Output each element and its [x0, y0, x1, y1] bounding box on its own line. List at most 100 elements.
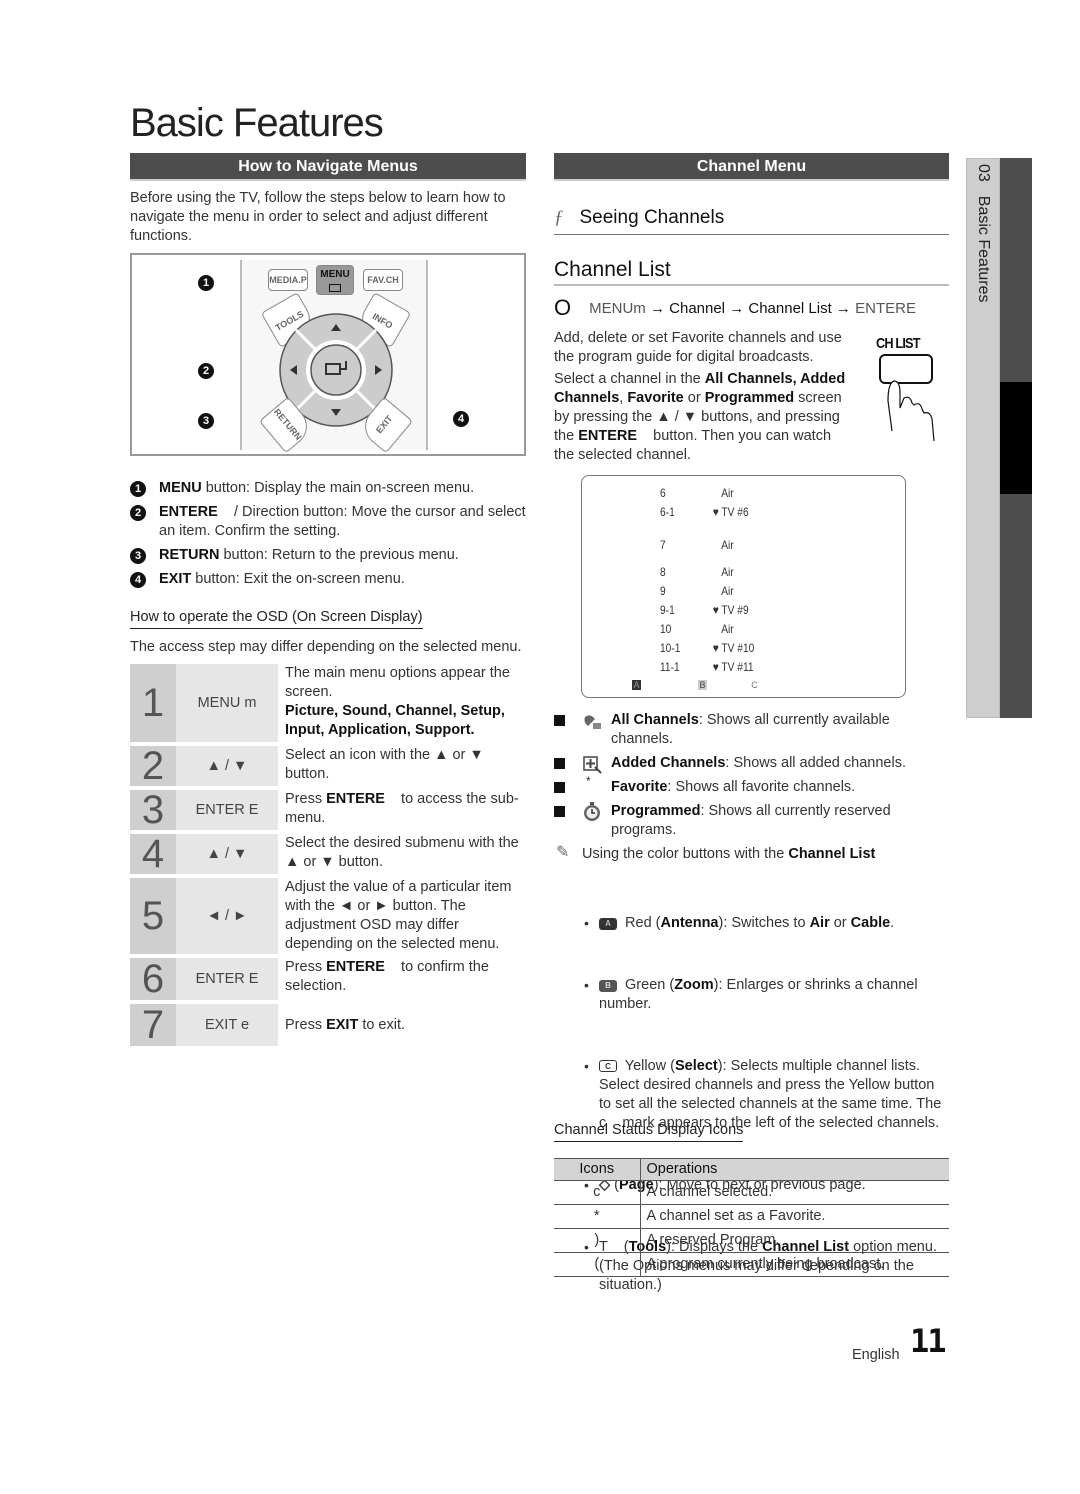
osd-step-row: 7 EXIT e Press EXIT to exit. [130, 1004, 526, 1046]
channel-row[interactable]: 6-1 ♥ TV #6 [660, 503, 749, 522]
channel-row[interactable]: 10-1 ♥ TV #10 [660, 639, 754, 658]
bold-text: Antenna [660, 915, 719, 931]
feature-name: Added Channels [611, 755, 726, 771]
all-channels-icon [584, 715, 601, 729]
channel-row[interactable]: 7 Air [660, 536, 734, 555]
osd-step-row: 3 ENTER E Press ENTERE to access the sub… [130, 790, 526, 830]
chapter-title: Basic Features [975, 195, 992, 303]
note-text: Using the color buttons with the [582, 846, 789, 862]
bullet-icon [554, 715, 565, 726]
text: Select a channel in the [554, 371, 705, 387]
path-enter: ENTERE [855, 300, 916, 317]
description: button: Display the main on-screen menu. [201, 480, 475, 496]
step-key: ENTER E [176, 958, 278, 1000]
icon-cell: c [554, 1180, 641, 1205]
bold-text: Zoom [674, 977, 714, 993]
text: or [829, 915, 851, 931]
key-name: EXIT [159, 571, 192, 587]
feature-programmed: Programmed: Shows all currently reserved… [554, 802, 949, 840]
step-key-bold: ENTERE [326, 791, 385, 807]
bold-text: Select [675, 1058, 718, 1074]
heading-text: Seeing Channels [579, 207, 725, 228]
step-number: 1 [130, 664, 176, 742]
feature-name: Favorite [611, 779, 668, 795]
bullet-icon [554, 806, 565, 817]
step-number: 4 [130, 834, 176, 874]
table-row: cA channel selected. [554, 1180, 949, 1205]
step-number: 7 [130, 1004, 176, 1046]
osd-heading: How to operate the OSD (On Screen Displa… [130, 608, 423, 629]
menu-path: O MENUm → Channel → Channel List → ENTERE [554, 297, 949, 320]
step-description: Press ENTERE to access the sub-menu. [278, 790, 526, 830]
color-button-green: • B Green (Zoom): Enlarges or shrinks a c… [554, 976, 949, 1014]
media-p-button[interactable]: MEDIA.P [268, 269, 308, 291]
fav-ch-button[interactable]: FAV.CH [363, 269, 403, 291]
step-description: Press EXIT to exit. [278, 1004, 526, 1046]
channel-row[interactable]: 8 Air [660, 563, 734, 582]
text: or [683, 390, 705, 406]
step-key: ▲ / ▼ [176, 746, 278, 786]
page-number: 11 [910, 1322, 947, 1360]
feature-desc: : Shows all added channels. [725, 755, 906, 771]
text: Green ( [621, 977, 675, 993]
button-description-item: 3 RETURN button: Return to the previous m… [130, 546, 530, 565]
color-key-a-icon[interactable]: A [632, 680, 641, 690]
color-button-red: • A Red (Antenna): Switches to Air or Cab… [554, 914, 949, 933]
chapter-number: 03 [975, 164, 992, 182]
bullet-dot-icon: • [584, 977, 589, 993]
channel-row[interactable]: 11-1 ♥ TV #11 [660, 658, 754, 677]
channel-number: 10 [660, 622, 672, 636]
channel-row[interactable]: 9-1 ♥ TV #9 [660, 601, 749, 620]
arrow-icon: → [725, 300, 749, 317]
osd-step-row: 1 MENU m The main menu options appear th… [130, 664, 526, 742]
added-channels-icon [583, 756, 602, 774]
step-key-bold: ENTERE [326, 959, 385, 975]
step-text: Press [285, 959, 327, 975]
operation-cell: A program currently being broadcast. [640, 1252, 949, 1277]
button-description-item: 2 ENTERE / Direction button: Move the cur… [130, 503, 530, 541]
arrow-icon: → [831, 300, 856, 317]
channel-number: 8 [660, 565, 666, 579]
osd-note: The access step may differ depending on … [130, 639, 522, 655]
step-description: The main menu options appear the screen.… [278, 664, 526, 742]
channel-name: ♥ TV #6 [712, 505, 749, 519]
header-operations: Operations [640, 1158, 949, 1181]
color-key-c-icon[interactable]: C [750, 680, 759, 690]
bullet-icon [554, 758, 565, 769]
step-number: 2 [130, 746, 176, 786]
channel-name: Air [712, 584, 734, 598]
key-name: MENU [159, 480, 202, 496]
operation-cell: A channel selected. [640, 1180, 949, 1205]
channel-row[interactable]: 9 Air [660, 582, 734, 601]
step-text: Press [285, 791, 327, 807]
channel-number: 9 [660, 584, 666, 598]
feature-all-channels: All Channels: Shows all currently availa… [554, 711, 949, 749]
bullet-dot-icon: • [584, 915, 589, 931]
icon-cell: ) [554, 1228, 641, 1253]
channel-list-desc-1: Add, delete or set Favorite channels and… [554, 330, 842, 365]
path-channel: Channel [669, 300, 726, 317]
channel-list-desc-2: Select a channel in the All Channels, Ad… [554, 370, 854, 465]
key-name: ENTERE [159, 504, 218, 520]
section-header-channel-menu: Channel Menu [554, 153, 949, 181]
note-bold: Channel List [788, 846, 876, 862]
osd-step-row: 4 ▲ / ▼ Select the desired submenu with … [130, 834, 526, 874]
step-text: Press [285, 1016, 323, 1033]
channel-number: 9-1 [660, 603, 675, 617]
color-key-b-icon[interactable]: B [698, 680, 707, 690]
menu-button[interactable]: MENU [316, 265, 354, 295]
button-description-item: 4 EXIT button: Exit the on-screen menu. [130, 570, 530, 589]
channel-row[interactable]: 6 Air [660, 484, 734, 503]
bold-text: ENTERE [578, 428, 638, 444]
key-b-icon: B [599, 980, 617, 992]
text: Red ( [621, 915, 661, 931]
key-c-icon: C [599, 1060, 617, 1072]
text: Yellow ( [621, 1058, 676, 1074]
table-row: * A channel set as a Favorite. [554, 1204, 949, 1229]
operation-cell: A channel set as a Favorite. [640, 1204, 949, 1229]
feature-name: All Channels [611, 712, 699, 728]
step-text: The main menu options appear the screen. [285, 665, 510, 700]
channel-row[interactable]: 10 Air [660, 620, 734, 639]
key-name: RETURN [159, 547, 220, 563]
pointing-hand-icon [879, 354, 935, 442]
